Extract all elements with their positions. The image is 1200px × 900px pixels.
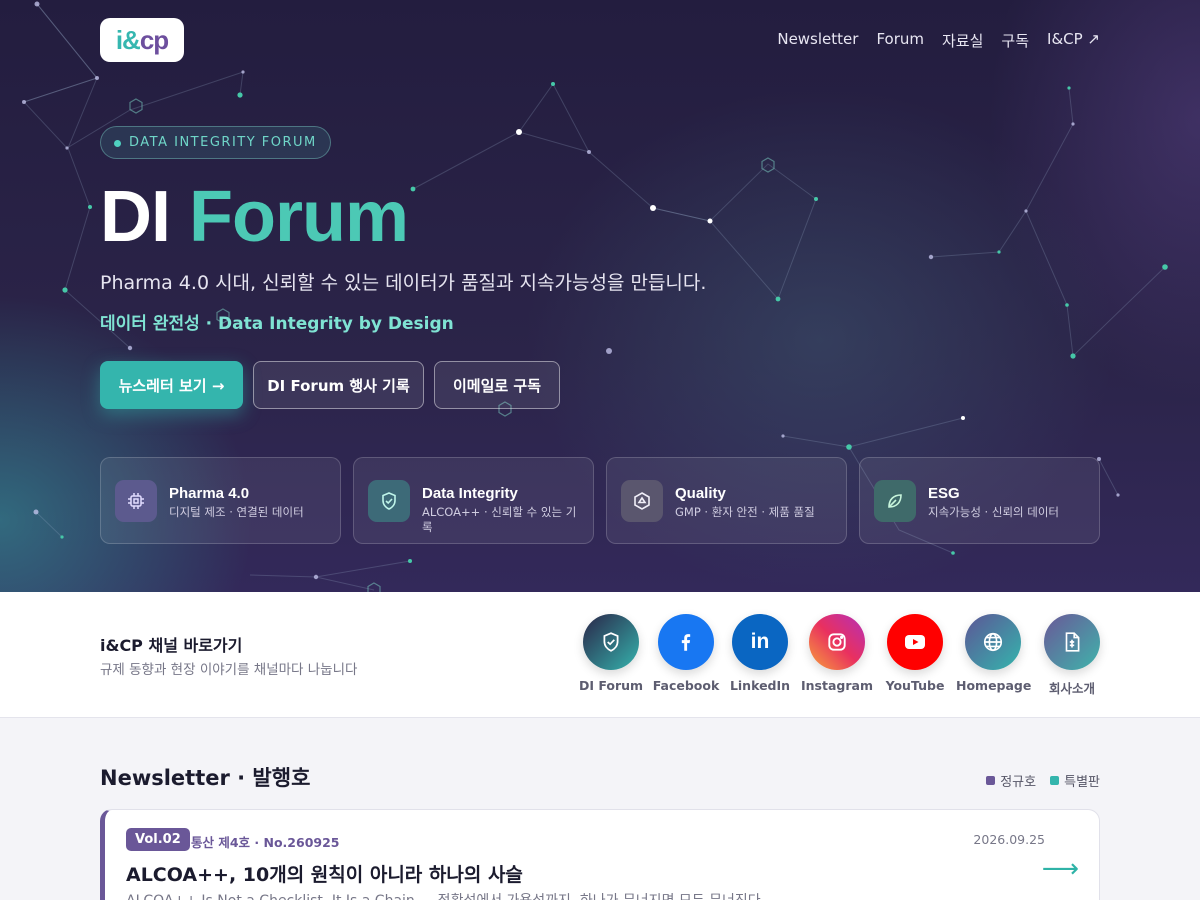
channel-label: YouTube bbox=[885, 678, 945, 693]
topic-card-esg[interactable]: ESG 지속가능성 · 신뢰의 데이터 bbox=[859, 457, 1100, 544]
issue-number: 통산 제4호 · No.260925 bbox=[191, 835, 340, 850]
channels-title: i&CP 채널 바로가기 bbox=[100, 636, 243, 655]
forum-badge: DATA INTEGRITY FORUM bbox=[100, 126, 331, 159]
nav-forum[interactable]: Forum bbox=[876, 30, 924, 51]
channel-label: Facebook bbox=[652, 678, 720, 693]
hero-subtitle: Pharma 4.0 시대, 신뢰할 수 있는 데이터가 품질과 지속가능성을 … bbox=[100, 272, 707, 294]
globe-icon bbox=[965, 614, 1021, 670]
nav-newsletter[interactable]: Newsletter bbox=[777, 30, 858, 51]
issue-title: ALCOA++, 10개의 원칙이 아니라 하나의 사슬 bbox=[126, 864, 523, 886]
youtube-icon bbox=[887, 614, 943, 670]
card-subtitle: 디지털 제조 · 연결된 데이터 bbox=[169, 505, 304, 519]
newsletter-issue-card[interactable]: Vol.02 통산 제4호 · No.260925 2026.09.25 ALC… bbox=[100, 809, 1100, 900]
hero-tagline: 데이터 완전성 · Data Integrity by Design bbox=[100, 314, 454, 334]
document-icon bbox=[1044, 614, 1100, 670]
leaf-icon bbox=[874, 480, 916, 522]
legend-regular: 정규호 bbox=[986, 771, 1036, 790]
forum-events-button[interactable]: DI Forum 행사 기록 bbox=[253, 361, 424, 409]
card-title: Pharma 4.0 bbox=[169, 485, 250, 502]
channels-subtitle: 규제 동향과 현장 이야기를 채널마다 나눕니다 bbox=[100, 662, 358, 678]
card-title: Data Integrity bbox=[422, 485, 518, 502]
logo-text-a: i& bbox=[115, 24, 141, 55]
title-part-1: DI bbox=[100, 177, 171, 257]
title-part-2: Forum bbox=[189, 177, 409, 257]
card-title: ESG bbox=[928, 485, 960, 502]
channel-linkedin[interactable]: in LinkedIn bbox=[723, 614, 797, 693]
newsletter-heading: Newsletter · 발행호 bbox=[100, 766, 311, 790]
nav-icp-external[interactable]: I&CP ↗ bbox=[1047, 30, 1100, 51]
issue-subtitle: ALCOA++ Is Not a Checklist, It Is a Chai… bbox=[126, 890, 761, 900]
linkedin-icon: in bbox=[732, 614, 788, 670]
hexagon-icon bbox=[621, 480, 663, 522]
legend-label: 정규호 bbox=[1000, 775, 1037, 790]
facebook-icon bbox=[658, 614, 714, 670]
arrow-right-icon[interactable]: ⟶ bbox=[1042, 854, 1079, 884]
hero-section: i& cp Newsletter Forum 자료실 구독 I&CP ↗ DATA… bbox=[0, 0, 1200, 592]
channel-youtube[interactable]: YouTube bbox=[878, 614, 952, 693]
topic-card-quality[interactable]: Quality GMP · 환자 안전 · 제품 품질 bbox=[606, 457, 847, 544]
card-title: Quality bbox=[675, 485, 726, 502]
channel-di-forum[interactable]: DI Forum bbox=[574, 614, 648, 693]
page-title: DI Forum bbox=[100, 176, 409, 258]
channel-label: Homepage bbox=[956, 678, 1032, 693]
legend-swatch bbox=[986, 776, 996, 785]
email-subscribe-button[interactable]: 이메일로 구독 bbox=[434, 361, 560, 409]
issue-legend: 정규호 특별판 bbox=[986, 771, 1100, 790]
channel-label: 회사소개 bbox=[1048, 681, 1095, 696]
legend-special: 특별판 bbox=[1050, 771, 1100, 790]
channel-label: LinkedIn bbox=[729, 678, 791, 693]
channel-facebook[interactable]: Facebook bbox=[649, 614, 723, 693]
brand-logo[interactable]: i& cp bbox=[100, 18, 184, 62]
volume-badge: Vol.02 bbox=[126, 828, 190, 851]
channels-section: i&CP 채널 바로가기 규제 동향과 현장 이야기를 채널마다 나눕니다 DI… bbox=[0, 592, 1200, 718]
channel-homepage[interactable]: Homepage bbox=[956, 614, 1032, 693]
nav-library[interactable]: 자료실 bbox=[942, 30, 983, 51]
logo-text-b: cp bbox=[139, 24, 169, 55]
topic-card-pharma[interactable]: Pharma 4.0 디지털 제조 · 연결된 데이터 bbox=[100, 457, 341, 544]
legend-swatch bbox=[1050, 776, 1060, 785]
nav-subscribe[interactable]: 구독 bbox=[1001, 30, 1029, 51]
channel-company[interactable]: 회사소개 bbox=[1035, 614, 1109, 697]
channel-label: DI Forum bbox=[578, 678, 644, 693]
card-subtitle: 지속가능성 · 신뢰의 데이터 bbox=[928, 505, 1060, 519]
shield-check-icon bbox=[368, 480, 410, 522]
issue-date: 2026.09.25 bbox=[973, 832, 1045, 847]
top-nav: Newsletter Forum 자료실 구독 I&CP ↗ bbox=[777, 30, 1100, 51]
chip-icon bbox=[115, 480, 157, 522]
topic-card-data-integrity[interactable]: Data Integrity ALCOA++ · 신뢰할 수 있는 기록 bbox=[353, 457, 594, 544]
shield-icon bbox=[583, 614, 639, 670]
card-subtitle: GMP · 환자 안전 · 제품 품질 bbox=[675, 505, 815, 519]
channel-instagram[interactable]: Instagram bbox=[800, 614, 874, 693]
channel-label: Instagram bbox=[801, 678, 873, 693]
legend-label: 특별판 bbox=[1064, 775, 1100, 790]
instagram-icon bbox=[809, 614, 865, 670]
view-newsletter-button[interactable]: 뉴스레터 보기 → bbox=[100, 361, 243, 409]
card-subtitle: ALCOA++ · 신뢰할 수 있는 기록 bbox=[422, 505, 577, 534]
